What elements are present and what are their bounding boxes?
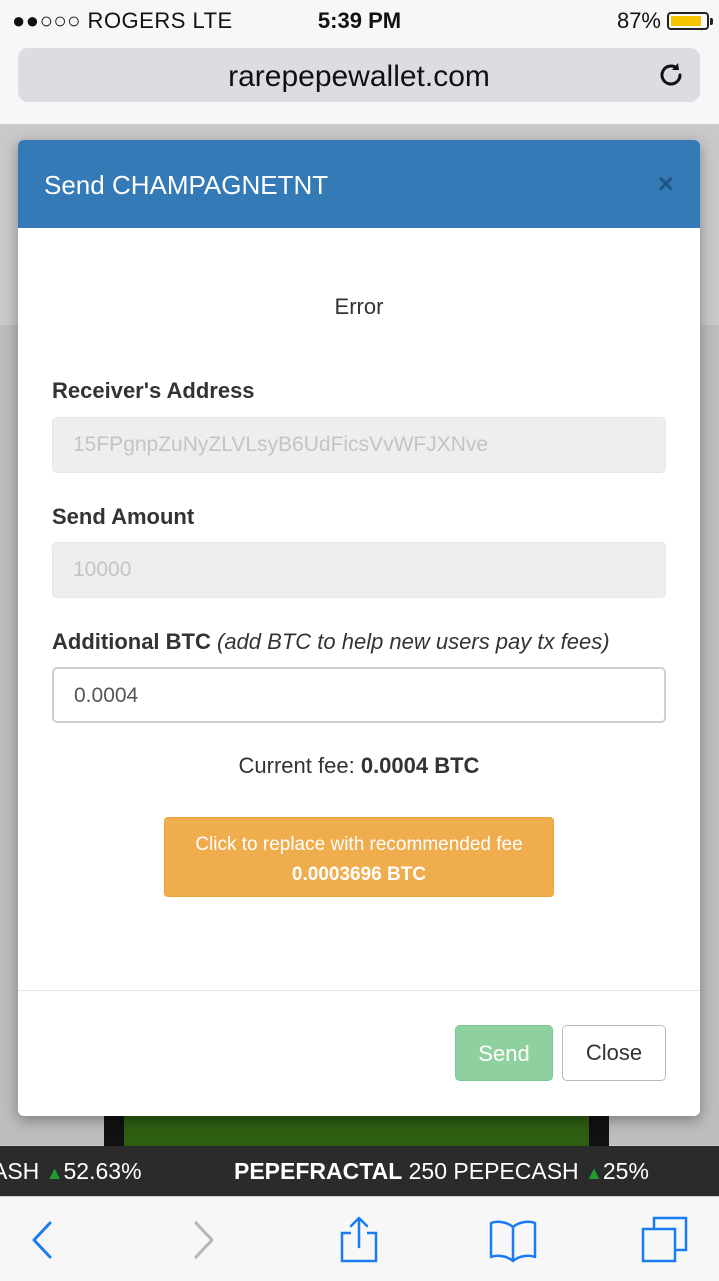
modal-footer-divider (18, 990, 700, 991)
browser-chrome: rarepepewallet.com (0, 40, 719, 125)
ticker-left-change: 52.63% (63, 1158, 142, 1184)
close-button[interactable]: Close (562, 1025, 666, 1081)
ticker-right-change: 25% (602, 1158, 649, 1184)
additional-btc-hint: (add BTC to help new users pay tx fees) (217, 629, 610, 654)
receiver-address-field[interactable]: 15FPgnpZuNyZLVLsyB6UdFicsVvWFJXNve (52, 417, 666, 473)
additional-btc-input[interactable]: 0.0004 (52, 667, 666, 723)
recommended-fee-button[interactable]: Click to replace with recommended fee 0.… (164, 817, 554, 897)
reload-icon[interactable] (656, 60, 686, 90)
battery-percent: 87% (616, 8, 661, 33)
bookmarks-icon[interactable] (488, 1215, 538, 1265)
current-fee-label: Current fee: (238, 753, 355, 778)
ticker-item-left: ASH ▲52.63% (0, 1158, 142, 1185)
send-button[interactable]: Send (455, 1025, 553, 1081)
up-arrow-icon: ▲ (45, 1163, 64, 1183)
browser-toolbar (0, 1196, 719, 1281)
additional-btc-label-text: Additional BTC (52, 629, 211, 654)
ticker-item-right: PEPEFRACTAL 250 PEPECASH ▲25% (234, 1158, 649, 1185)
send-amount-label: Send Amount (52, 504, 195, 529)
tabs-icon[interactable] (640, 1215, 690, 1265)
price-ticker: ASH ▲52.63% PEPEFRACTAL 250 PEPECASH ▲25… (0, 1146, 719, 1196)
share-icon[interactable] (334, 1215, 384, 1265)
recommended-fee-text: Click to replace with recommended fee (195, 834, 523, 855)
receiver-label: Receiver's Address (52, 378, 255, 403)
ticker-right-name: PEPEFRACTAL (234, 1158, 403, 1184)
up-arrow-icon: ▲ (585, 1163, 603, 1183)
battery-group: 87% (616, 8, 713, 34)
modal-title: Send CHAMPAGNETNT (44, 170, 329, 200)
additional-btc-label: Additional BTC (add BTC to help new user… (52, 629, 610, 655)
battery-fill (671, 16, 701, 26)
clock: 5:39 PM (317, 8, 402, 33)
send-modal: Send CHAMPAGNETNT × Error Receiver's Add… (18, 140, 700, 1116)
error-message: Error (334, 294, 384, 319)
battery-tip (710, 18, 713, 25)
ticker-left-name: ASH (0, 1158, 40, 1184)
close-icon[interactable]: × (658, 168, 674, 200)
current-fee: Current fee: 0.0004 BTC (18, 753, 700, 779)
back-icon[interactable] (18, 1215, 68, 1265)
forward-icon[interactable] (178, 1215, 228, 1265)
modal-header: Send CHAMPAGNETNT × (18, 140, 700, 228)
card-image (104, 1115, 609, 1150)
recommended-fee-value: 0.0003696 BTC (291, 864, 427, 885)
current-fee-value: 0.0004 BTC (360, 753, 480, 778)
battery-icon (667, 12, 713, 30)
ticker-right-price: 250 PEPECASH (408, 1158, 579, 1184)
address-bar[interactable]: rarepepewallet.com (18, 48, 700, 102)
status-bar: ●●○○○ ROGERS LTE 5:39 PM 87% (0, 0, 719, 40)
url-text[interactable]: rarepepewallet.com (18, 60, 700, 94)
send-amount-field[interactable]: 10000 (52, 542, 666, 598)
